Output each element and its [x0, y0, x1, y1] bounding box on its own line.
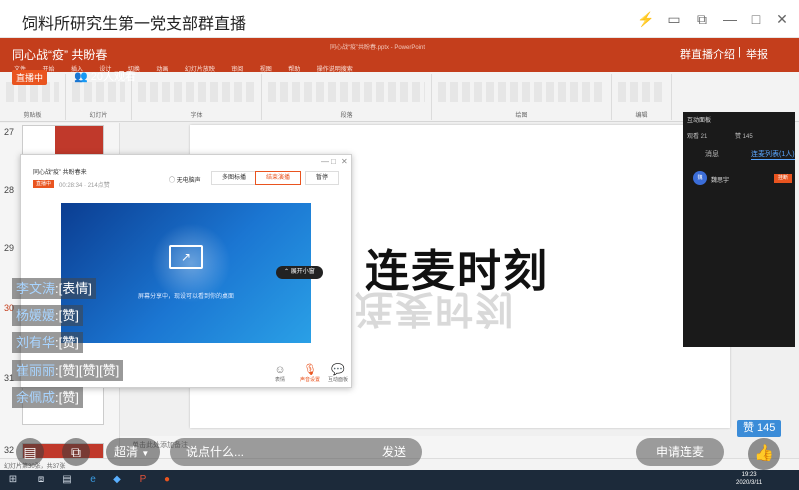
ppt-group: 段落 [262, 74, 432, 120]
comment-item: 杨媛媛:[赞] [12, 305, 83, 326]
send-button[interactable]: 发送 [382, 438, 406, 466]
share-screen-icon: ↗ [169, 245, 203, 269]
avatar: 魏 [693, 171, 707, 185]
maximize-button[interactable]: □ [746, 9, 766, 29]
multi-screen-button[interactable]: 多图标播 [211, 171, 258, 185]
powerpoint-icon[interactable]: P [136, 473, 150, 487]
slide-number: 32 [4, 445, 15, 455]
shared-desktop-preview: ↗ 屏幕分享中，现设可以看到你的桌面 [61, 203, 311, 343]
window-title: 饲料所研究生第一党支部群直播 [22, 16, 247, 33]
live-badge: 直播中 [12, 70, 48, 85]
chat-icon: 💬 [331, 364, 345, 376]
viewer-count: 👥 20人观看 [74, 71, 137, 83]
thumbs-up-icon: 👍 [754, 445, 774, 462]
close-button[interactable]: ✕ [772, 9, 792, 29]
expand-small-window-button[interactable]: ⌃ 展开小窗 [276, 266, 323, 279]
popout-button[interactable]: ⧉ [62, 438, 90, 466]
audio-option[interactable]: ◯ 无电脑声 [169, 175, 201, 184]
ppt-group: 绘图 [432, 74, 612, 120]
edge-icon[interactable]: e [86, 473, 100, 487]
app-window: 饲料所研究生第一党支部群直播 ⚡ ▭ ⧉ — □ ✕ 同心战“疫”共盼春.ppt… [0, 0, 799, 490]
separator: | [738, 46, 741, 58]
microphone-icon: 🎙 [303, 364, 317, 376]
live-title: 同心战“疫” 共盼春 [12, 48, 108, 62]
minimize-button[interactable]: — [720, 9, 740, 29]
report-link[interactable]: 举报 [746, 46, 768, 62]
live-stream-view: 同心战“疫”共盼春.pptx - PowerPoint 文件 开始 插入 设计 … [0, 38, 799, 490]
minimize-icon[interactable]: — [321, 157, 329, 166]
slide-title-reflection: 连麦时刻 [355, 287, 516, 331]
comment-item: 崔丽丽:[赞][赞][赞] [12, 360, 124, 381]
share-screen-icon[interactable]: ▭ [664, 9, 684, 29]
sound-settings-button[interactable]: 🎙 声音设置 [295, 363, 325, 383]
app-icon[interactable]: ◆ [110, 473, 124, 487]
pin-icon[interactable]: ⚡ [636, 9, 656, 29]
comment-item: 李文涛:[表情] [12, 278, 96, 299]
interaction-panel: 互动面板 观看 21 赞 145 消息 连麦列表(1人) 魏 魏思宇 挂断 [683, 112, 795, 347]
ppt-group: 编辑 [612, 74, 672, 120]
danmaku-toggle-button[interactable]: ▤ [16, 438, 44, 466]
apply-mic-button[interactable]: 申请连麦 [636, 438, 724, 466]
ppt-group: 字体 [132, 74, 262, 120]
end-share-button[interactable]: 结束演播 [255, 171, 302, 185]
panel-title: 互动面板 [687, 118, 712, 124]
live-tag: 直播中 [33, 180, 55, 188]
restore-icon[interactable]: □ [331, 157, 336, 166]
slide-thumbnail [22, 125, 104, 157]
popout-icon[interactable]: ⧉ [692, 9, 712, 29]
clock: 19:23 2020/3/11 [736, 472, 763, 486]
popout-icon: ⧉ [71, 444, 81, 460]
close-icon[interactable]: ✕ [341, 157, 348, 166]
danmaku-icon: ▤ [23, 444, 37, 460]
share-message: 屏幕分享中，现设可以看到你的桌面 [137, 294, 234, 300]
pause-button[interactable]: 暂停 [305, 171, 340, 185]
tab-mic-list[interactable]: 连麦列表(1人) [751, 149, 795, 160]
share-title: 同心战“疫” 共盼春来 [33, 170, 87, 176]
tab-messages[interactable]: 消息 [705, 149, 719, 159]
hangup-button[interactable]: 挂断 [774, 174, 792, 183]
app-icon[interactable]: ● [160, 473, 174, 487]
likes-badge: 赞 145 [737, 420, 782, 437]
start-icon[interactable]: ⊞ [6, 473, 20, 487]
emoji-icon: ☺ [274, 364, 286, 376]
caret-down-icon: ▼ [141, 449, 150, 458]
task-view-icon[interactable]: ⧈ [34, 473, 48, 487]
comment-item: 刘有华:[赞] [12, 332, 83, 353]
quality-selector[interactable]: 超清 ▼ [106, 438, 160, 466]
viewers-icon: 👥 [74, 71, 88, 83]
like-button[interactable]: 👍 [748, 438, 780, 470]
panel-likes: 赞 145 [735, 134, 753, 140]
group-intro-link[interactable]: 群直播介绍 [680, 46, 735, 62]
slide-number: 28 [4, 185, 15, 195]
file-explorer-icon[interactable]: ▤ [60, 473, 74, 487]
panel-viewers: 观看 21 [687, 134, 708, 140]
mic-user-name: 魏思宇 [711, 178, 730, 184]
window-titlebar: 饲料所研究生第一党支部群直播 ⚡ ▭ ⧉ — □ ✕ [0, 0, 799, 38]
slide-number: 27 [4, 127, 15, 137]
windows-taskbar: ⊞ ⧈ ▤ e ◆ P ● 19:23 2020/3/11 [0, 470, 799, 490]
interaction-panel-button[interactable]: 💬 互动面板 [323, 363, 353, 383]
comment-input[interactable]: 说点什么... 发送 [170, 438, 422, 466]
emoji-button[interactable]: ☺ 表情 [265, 364, 295, 383]
ppt-document-name: 同心战“疫”共盼春.pptx - PowerPoint [330, 45, 426, 51]
slide-number: 29 [4, 243, 15, 253]
share-stats: 00:28:34 · 214点赞 [59, 183, 110, 189]
comment-item: 余佩成:[赞] [12, 387, 83, 408]
